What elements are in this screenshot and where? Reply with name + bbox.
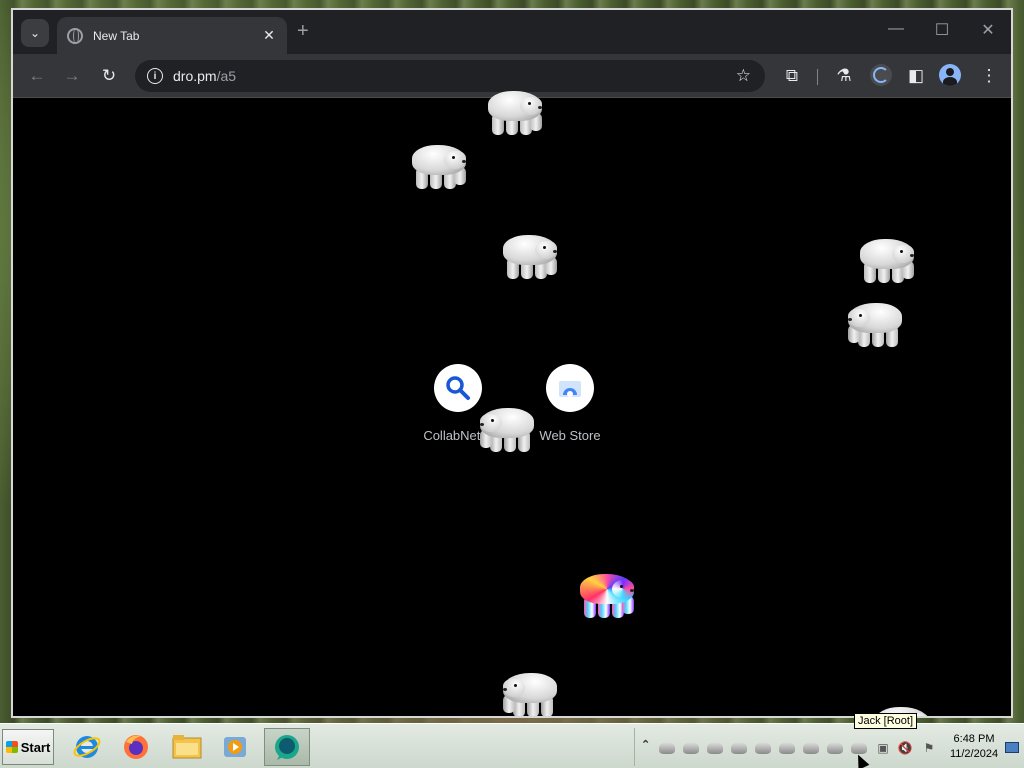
minimize-button[interactable]: —: [886, 20, 906, 38]
site-info-icon[interactable]: i: [147, 68, 163, 84]
url-text: dro.pm/a5: [173, 68, 236, 84]
polar-bear-sprite: [499, 227, 561, 283]
new-tab-button[interactable]: +: [297, 21, 309, 41]
maximize-button[interactable]: ☐: [932, 20, 952, 40]
close-window-button[interactable]: ✕: [978, 20, 998, 40]
system-tray: ⌃ ▣ 🔇 ⚑ 6:48 PM 11/2/2024: [634, 728, 1024, 766]
browser-window: ⌄ New Tab ✕ + — ☐ ✕ ← → ↻ i dro.pm/a5 ☆ …: [11, 8, 1013, 718]
tray-bear-icon[interactable]: [755, 742, 771, 754]
file-explorer-button[interactable]: [168, 728, 206, 766]
windows-flag-icon: [5, 741, 18, 753]
address-bar[interactable]: i dro.pm/a5 ☆: [135, 60, 765, 92]
shortcut-collabnet-tile: [434, 364, 482, 412]
polar-bear-sprite: [484, 83, 546, 139]
action-center-flag-icon[interactable]: ⚑: [921, 741, 937, 755]
tab-new-tab[interactable]: New Tab ✕: [57, 17, 287, 54]
firefox-button[interactable]: [117, 728, 155, 766]
tray-bear-icon[interactable]: [779, 742, 795, 754]
polar-bear-sprite: [844, 295, 906, 351]
side-panel-icon[interactable]: ◧: [904, 64, 928, 88]
polar-bear-sprite: [476, 400, 538, 456]
tab-search-button[interactable]: ⌄: [21, 19, 49, 47]
url-host: dro.pm: [173, 68, 217, 84]
new-tab-page: CollabNet S Web Store: [13, 91, 1011, 716]
polar-bear-sprite: [856, 231, 918, 287]
tray-bear-icon[interactable]: [803, 742, 819, 754]
chat-app-button[interactable]: [264, 728, 310, 766]
web-store-icon: [559, 381, 581, 397]
network-icon[interactable]: ▣: [875, 741, 891, 755]
chevron-down-icon: ⌄: [29, 26, 41, 40]
tray-bear-icon[interactable]: [659, 742, 675, 754]
loading-extension-icon[interactable]: [870, 64, 892, 86]
tray-bear-icon[interactable]: [851, 742, 867, 754]
chat-app-icon: [275, 735, 299, 760]
firefox-icon: [124, 735, 148, 759]
bookmark-star-icon[interactable]: ☆: [736, 66, 751, 86]
start-button[interactable]: Start: [2, 729, 54, 765]
taskbar: Start ⌃ ▣ 🔇 ⚑ 6:48 PM 11/2/2024: [0, 723, 1024, 768]
labs-flask-icon[interactable]: ⚗: [832, 64, 856, 88]
tray-bear-icon[interactable]: [827, 742, 843, 754]
search-icon: [446, 376, 470, 400]
toolbar-divider: [817, 69, 818, 85]
tray-bear-icon[interactable]: [707, 742, 723, 754]
url-path: /a5: [216, 68, 237, 84]
shortcut-web-store-tile: [546, 364, 594, 412]
back-button[interactable]: ←: [25, 64, 49, 88]
media-player-button[interactable]: [216, 728, 254, 766]
show-desktop-button[interactable]: [1005, 742, 1019, 753]
profile-avatar-icon[interactable]: [939, 64, 961, 86]
browser-menu-icon[interactable]: ⋮: [977, 64, 1001, 88]
clock[interactable]: 6:48 PM 11/2/2024: [946, 732, 1002, 762]
clock-time: 6:48 PM: [953, 733, 995, 745]
reload-button[interactable]: ↻: [97, 64, 121, 88]
tray-bear-icon[interactable]: [731, 742, 747, 754]
internet-explorer-button[interactable]: [68, 728, 106, 766]
start-label: Start: [20, 739, 51, 755]
tray-tooltip: Jack [Root]: [854, 713, 918, 729]
file-explorer-icon: [172, 735, 202, 759]
tab-strip: ⌄ New Tab ✕ + — ☐ ✕: [13, 10, 1011, 54]
tray-expand-icon[interactable]: ⌃: [641, 738, 650, 751]
forward-button[interactable]: →: [60, 64, 84, 88]
rainbow-bear-sprite: [576, 566, 638, 622]
tray-bear-icon[interactable]: [683, 742, 699, 754]
globe-icon: [67, 27, 83, 44]
internet-explorer-icon: [73, 736, 101, 758]
tab-close-icon[interactable]: ✕: [261, 27, 277, 44]
extensions-puzzle-icon[interactable]: ⧉: [780, 64, 804, 88]
clock-date: 11/2/2024: [949, 748, 999, 760]
polar-bear-sprite: [499, 665, 561, 716]
media-player-icon: [224, 737, 246, 757]
volume-muted-icon[interactable]: 🔇: [897, 741, 913, 755]
polar-bear-sprite: [408, 137, 470, 193]
tab-title: New Tab: [93, 28, 140, 43]
